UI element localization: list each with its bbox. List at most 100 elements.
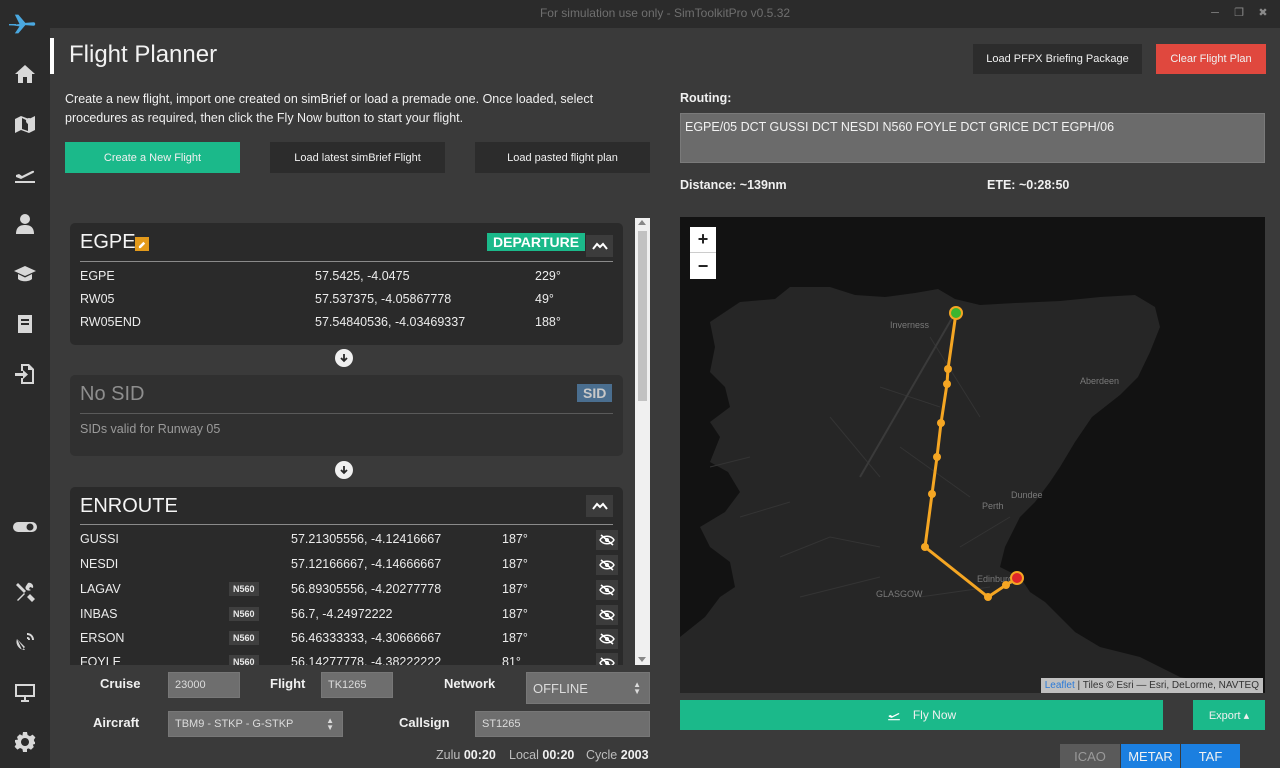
hide-waypoint-eye-slash-icon[interactable]	[596, 580, 618, 600]
map-label-inverness: Inverness	[890, 320, 930, 330]
waypoint-marker[interactable]	[937, 419, 945, 427]
waypoint-row: EGPE 57.5425, -4.0475 229°	[80, 269, 561, 283]
home-icon[interactable]	[11, 60, 39, 88]
minimize-icon[interactable]: ─	[1208, 7, 1222, 19]
map-canvas: Inverness Aberdeen Dundee Perth Edinburg…	[680, 287, 1265, 693]
zoom-in-button[interactable]: +	[690, 227, 716, 253]
flight-planner-page: Flight Planner Load PFPX Briefing Packag…	[50, 28, 1280, 768]
load-simbrief-button[interactable]: Load latest simBrief Flight	[270, 142, 445, 173]
route-map[interactable]: Inverness Aberdeen Dundee Perth Edinburg…	[680, 217, 1265, 693]
aircraft-label: Aircraft	[93, 715, 140, 730]
waypoint-row: GUSSI 57.21305556, -4.12416667 187°	[80, 530, 620, 550]
zoom-out-button[interactable]: −	[690, 253, 716, 279]
airway-badge: N560	[229, 582, 259, 596]
hide-waypoint-eye-slash-icon[interactable]	[596, 605, 618, 625]
network-select[interactable]: OFFLINE ▲ ▼	[526, 672, 650, 704]
zulu-time: Zulu 00:20	[436, 748, 496, 762]
waypoint-marker[interactable]	[984, 593, 992, 601]
export-button[interactable]: Export ▴	[1193, 700, 1265, 730]
airway-badge: N560	[229, 607, 259, 621]
hide-waypoint-eye-slash-icon[interactable]	[596, 530, 618, 550]
settings-gear-icon[interactable]	[11, 728, 39, 756]
collapse-chevron-icon[interactable]	[586, 235, 613, 257]
logbook-icon[interactable]	[11, 310, 39, 338]
icao-button[interactable]: ICAO	[1060, 744, 1120, 768]
local-time: Local 00:20	[509, 748, 575, 762]
aircraft-select[interactable]: TBM9 - STKP - G-STKP ▲ ▼	[168, 711, 343, 737]
arrival-marker[interactable]	[1010, 571, 1024, 585]
taf-button[interactable]: TAF	[1181, 744, 1240, 768]
scroll-thumb[interactable]	[638, 231, 647, 401]
enroute-title: ENROUTE	[80, 495, 178, 517]
route-list-panel[interactable]: EGPE DEPARTURE EGPE 57.5425, -4.0475 229° …	[65, 218, 650, 665]
plane-departure-icon[interactable]	[11, 160, 39, 188]
waypoint-row: RW05END 57.54840536, -4.03469337 188°	[80, 315, 561, 329]
divider	[80, 413, 613, 414]
title-bar: For simulation use only - SimToolkitPro …	[50, 0, 1280, 28]
waypoint-marker[interactable]	[1002, 581, 1010, 589]
file-import-icon[interactable]	[11, 360, 39, 388]
satellite-dish-icon[interactable]	[11, 628, 39, 656]
departure-card: EGPE DEPARTURE EGPE 57.5425, -4.0475 229° …	[70, 223, 623, 345]
waypoint-row: INBAS N560 56.7, -4.24972222 187°	[80, 605, 620, 625]
plane-logo-icon[interactable]	[9, 10, 37, 38]
attribution-text: | Tiles © Esri — Esri, DeLorme, NAVTEQ	[1077, 680, 1259, 691]
fly-now-button[interactable]: Fly Now	[680, 700, 1163, 730]
waypoint-row: FOYLE N560 56.14277778, -4.38222222 81°	[80, 653, 620, 665]
sid-title: No SID	[80, 383, 145, 405]
monitor-icon[interactable]	[11, 678, 39, 706]
load-pasted-plan-button[interactable]: Load pasted flight plan	[475, 142, 650, 173]
waypoint-marker[interactable]	[928, 490, 936, 498]
user-icon[interactable]	[11, 210, 39, 238]
load-pfpx-button[interactable]: Load PFPX Briefing Package	[973, 44, 1142, 74]
graduation-cap-icon[interactable]	[11, 260, 39, 288]
flight-label: Flight	[270, 676, 306, 691]
routing-textarea[interactable]: EGPE/05 DCT GUSSI DCT NESDI N560 FOYLE D…	[680, 113, 1265, 163]
aircraft-select-value: TBM9 - STKP - G-STKP	[175, 718, 294, 730]
divider	[80, 524, 613, 525]
select-arrows-icon: ▲ ▼	[633, 680, 641, 696]
divider	[80, 261, 613, 262]
map-label-perth: Perth	[982, 501, 1004, 511]
plane-departure-icon	[887, 713, 900, 721]
maximize-icon[interactable]: ❐	[1232, 7, 1246, 19]
edit-icon[interactable]	[135, 237, 149, 251]
arrow-down-circle-icon	[335, 461, 353, 479]
waypoint-marker[interactable]	[944, 365, 952, 373]
airac-cycle: Cycle 2003	[586, 748, 649, 762]
map-marker-icon[interactable]	[11, 110, 39, 138]
toggle-icon[interactable]	[11, 513, 39, 541]
callsign-input[interactable]: ST1265	[475, 711, 650, 737]
departure-marker[interactable]	[949, 306, 963, 320]
cruise-input[interactable]: 23000	[168, 672, 240, 698]
waypoint-row: ERSON N560 56.46333333, -4.30666667 187°	[80, 629, 620, 649]
create-new-flight-button[interactable]: Create a New Flight	[65, 142, 240, 173]
distance-readout: Distance: ~139nm	[680, 178, 787, 192]
list-scrollbar[interactable]	[635, 218, 650, 665]
tools-icon[interactable]	[11, 578, 39, 606]
flight-number-input[interactable]: TK1265	[321, 672, 393, 698]
waypoint-marker[interactable]	[921, 543, 929, 551]
network-select-value: OFFLINE	[533, 680, 588, 696]
sid-badge[interactable]: SID	[577, 384, 613, 402]
map-label-glasgow: GLASGOW	[876, 589, 923, 599]
scroll-down-arrow-icon[interactable]	[638, 657, 646, 662]
hide-waypoint-eye-slash-icon[interactable]	[596, 653, 618, 665]
metar-button[interactable]: METAR	[1121, 744, 1180, 768]
airway-badge: N560	[229, 655, 259, 665]
sid-note: SIDs valid for Runway 05	[80, 422, 221, 436]
cruise-label: Cruise	[100, 676, 141, 691]
waypoint-marker[interactable]	[943, 380, 951, 388]
map-label-dundee: Dundee	[1011, 490, 1043, 500]
page-title: Flight Planner	[50, 38, 217, 74]
sid-card: No SID SID SIDs valid for Runway 05	[70, 375, 623, 456]
hide-waypoint-eye-slash-icon[interactable]	[596, 629, 618, 649]
close-icon[interactable]: ✖	[1256, 7, 1270, 19]
leaflet-link[interactable]: Leaflet	[1045, 680, 1075, 691]
enroute-card: ENROUTE GUSSI 57.21305556, -4.12416667 187…	[70, 487, 623, 665]
collapse-chevron-icon[interactable]	[586, 495, 613, 517]
scroll-up-arrow-icon[interactable]	[638, 220, 646, 225]
clear-flight-plan-button[interactable]: Clear Flight Plan	[1156, 44, 1266, 74]
hide-waypoint-eye-slash-icon[interactable]	[596, 555, 618, 575]
waypoint-marker[interactable]	[933, 453, 941, 461]
